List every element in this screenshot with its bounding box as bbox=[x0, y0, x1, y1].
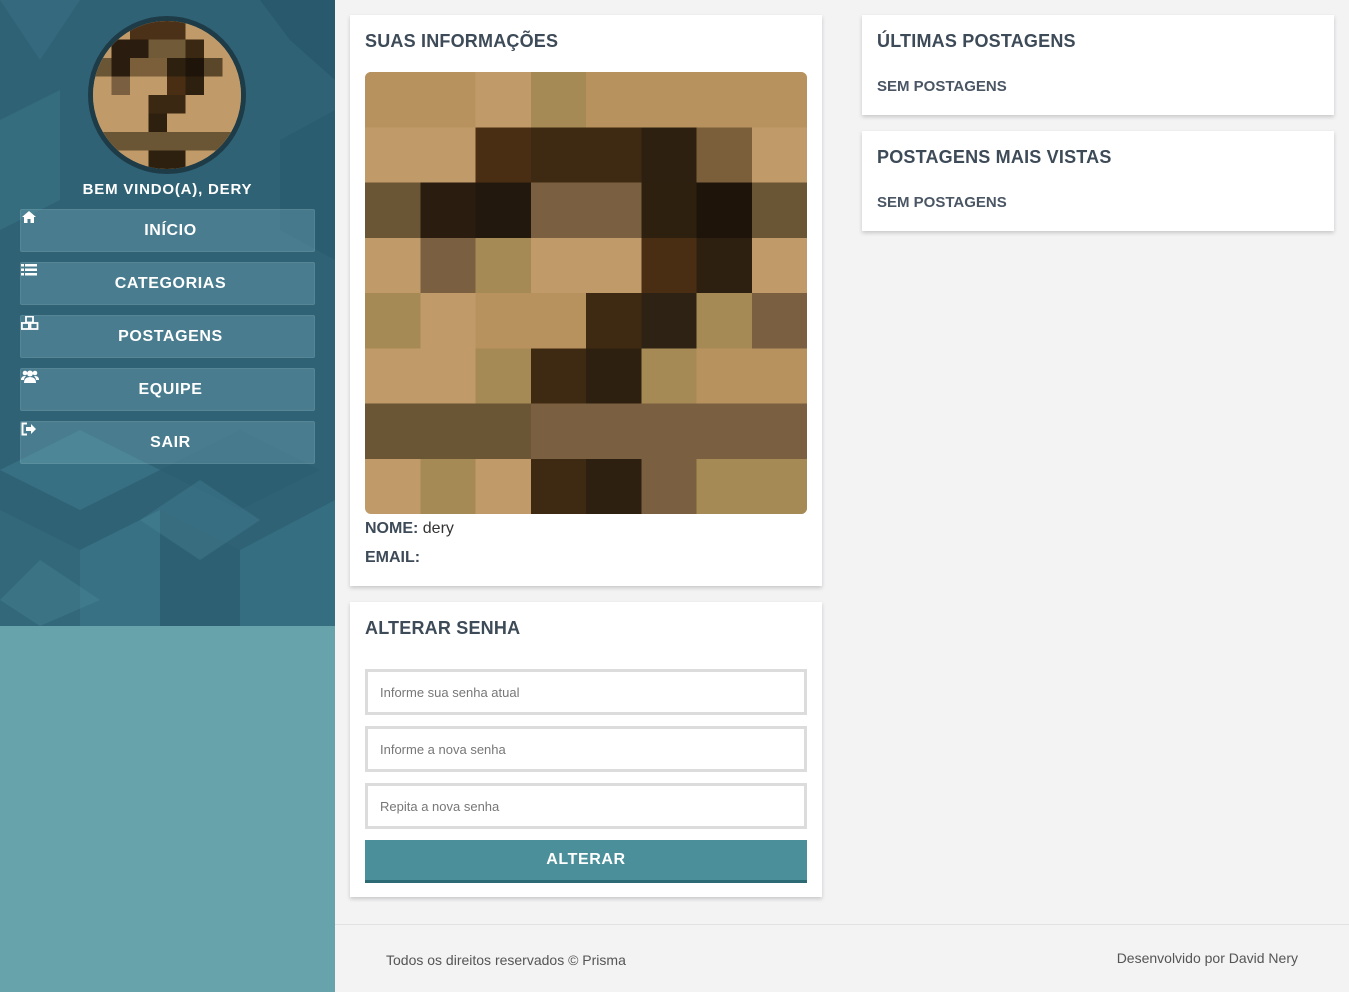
profile-image bbox=[365, 72, 807, 514]
sidebar-header-background: BEM VINDO(A), DERY INÍCIO CATEGORIAS POS… bbox=[0, 0, 335, 626]
most-viewed-title: POSTAGENS MAIS VISTAS bbox=[877, 147, 1112, 167]
latest-posts-empty: SEM POSTAGENS bbox=[877, 78, 1007, 95]
sidebar: BEM VINDO(A), DERY INÍCIO CATEGORIAS POS… bbox=[0, 0, 335, 992]
info-title: SUAS INFORMAÇÕES bbox=[365, 31, 559, 51]
name-value: dery bbox=[422, 520, 454, 537]
latest-posts-title: ÚLTIMAS POSTAGENS bbox=[877, 31, 1076, 51]
info-card: SUAS INFORMAÇÕES NOME: dery EMAIL: bbox=[350, 15, 822, 586]
most-viewed-card: POSTAGENS MAIS VISTAS SEM POSTAGENS bbox=[862, 131, 1334, 231]
sidebar-item-categorias[interactable]: CATEGORIAS bbox=[20, 262, 315, 305]
sidebar-item-label: INÍCIO bbox=[144, 221, 197, 239]
sidebar-item-inicio[interactable]: INÍCIO bbox=[20, 209, 315, 252]
password-card: ALTERAR SENHA ALTERAR bbox=[350, 602, 822, 897]
sidebar-item-label: EQUIPE bbox=[138, 380, 203, 398]
alterar-button[interactable]: ALTERAR bbox=[365, 840, 807, 883]
current-password-input[interactable] bbox=[365, 669, 807, 715]
avatar bbox=[88, 16, 246, 174]
avatar-image bbox=[93, 21, 241, 169]
developer-credit: Desenvolvido por David Nery bbox=[1116, 950, 1298, 966]
footer: Todos os direitos reservados © Prisma De… bbox=[335, 924, 1349, 992]
sidebar-item-label: POSTAGENS bbox=[118, 327, 223, 345]
password-title: ALTERAR SENHA bbox=[365, 618, 521, 638]
new-password-input[interactable] bbox=[365, 726, 807, 772]
sidebar-item-sair[interactable]: SAIR bbox=[20, 421, 315, 464]
email-row: EMAIL: bbox=[365, 549, 420, 567]
sidebar-item-label: CATEGORIAS bbox=[114, 274, 227, 292]
repeat-password-input[interactable] bbox=[365, 783, 807, 829]
sidebar-item-equipe[interactable]: EQUIPE bbox=[20, 368, 315, 411]
email-label: EMAIL: bbox=[365, 549, 421, 566]
latest-posts-card: ÚLTIMAS POSTAGENS SEM POSTAGENS bbox=[862, 15, 1334, 115]
name-row: NOME: dery bbox=[365, 520, 454, 538]
name-label: NOME: bbox=[365, 520, 419, 537]
most-viewed-empty: SEM POSTAGENS bbox=[877, 194, 1007, 211]
welcome-text: BEM VINDO(A), DERY bbox=[82, 181, 253, 198]
sidebar-item-postagens[interactable]: POSTAGENS bbox=[20, 315, 315, 358]
copyright-text: Todos os direitos reservados © Prisma bbox=[386, 952, 626, 968]
sidebar-item-label: SAIR bbox=[150, 433, 191, 451]
